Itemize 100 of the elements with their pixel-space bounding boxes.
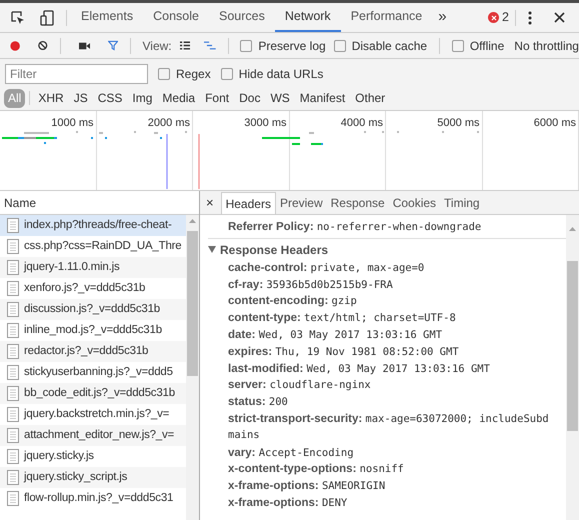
request-name: discussion.js?_v=ddd5c31b [24, 302, 160, 317]
type-filter[interactable]: Font [201, 88, 234, 108]
type-filter[interactable]: Other [351, 88, 390, 108]
close-details-button[interactable]: × [204, 192, 216, 214]
request-row[interactable]: jquery-1.11.0.min.js [0, 257, 186, 278]
timeline-tick-label: 4000 ms [340, 116, 383, 129]
header-line: content-type: text/html; charset=UTF-8 [228, 311, 456, 326]
request-name: attachment_editor_new.js?_v= [24, 428, 174, 443]
kebab-menu-icon[interactable] [528, 10, 532, 24]
error-icon [488, 12, 500, 23]
type-filter[interactable]: XHR [34, 88, 68, 108]
document-icon [7, 323, 19, 338]
type-filter[interactable]: WS [266, 88, 294, 108]
type-filter[interactable]: JS [70, 88, 92, 108]
request-row[interactable]: attachment_editor_new.js?_v= [0, 425, 186, 446]
header-line: mains [228, 428, 260, 444]
timeline-tick-label: 2000 ms [148, 116, 190, 129]
type-filter[interactable]: Doc [235, 88, 264, 108]
header-line: strict-transport-security: max-age=63072000; includeSubd [228, 412, 549, 427]
column-header[interactable]: Name [4, 194, 36, 212]
checkbox[interactable]: Regex [158, 64, 211, 82]
request-name: redactor.js?_v=ddd5c31b [24, 344, 148, 359]
clear-icon[interactable] [38, 39, 48, 52]
filter-field[interactable]: Filter [5, 64, 148, 84]
header-line: date: Wed, 03 May 2017 13:03:16 GMT [228, 328, 442, 343]
document-icon [7, 239, 19, 254]
close-icon[interactable] [554, 12, 565, 23]
document-icon [7, 470, 19, 485]
document-icon [7, 302, 19, 317]
timeline-tick-label: 5000 ms [437, 116, 480, 129]
request-name: bb_code_edit.js?_v=ddd5c31b [24, 386, 175, 401]
panel-tab[interactable]: Console [143, 3, 209, 32]
view-label: View: [142, 38, 172, 54]
header-line: vary: Accept-Encoding [228, 446, 354, 461]
document-icon [7, 260, 19, 275]
filter-icon[interactable] [108, 39, 118, 52]
request-row[interactable]: jquery.sticky_script.js [0, 467, 186, 488]
scrollbar-thumb[interactable] [187, 231, 198, 376]
list-view-icon[interactable] [180, 40, 190, 51]
inspect-icon[interactable] [10, 10, 26, 26]
request-row[interactable]: bb_code_edit.js?_v=ddd5c31b [0, 383, 186, 404]
request-row[interactable]: index.php?threads/free-cheat- [0, 215, 186, 236]
details-tab[interactable]: Timing [440, 192, 484, 214]
details-tab[interactable]: Response [326, 192, 389, 214]
checkbox[interactable]: Preserve log [240, 36, 326, 54]
document-icon [7, 491, 19, 506]
document-icon [7, 407, 19, 422]
request-name: jquery-1.11.0.min.js [24, 260, 120, 275]
type-filter[interactable]: Img [128, 88, 156, 108]
request-name: css.php?css=RainDD_UA_Thre [24, 238, 182, 254]
details-tab[interactable]: Cookies [388, 192, 440, 214]
error-count[interactable]: 2 [502, 8, 509, 27]
request-name: jquery.sticky.js [24, 448, 94, 464]
document-icon [7, 281, 19, 296]
request-name: stickyuserbanning.js?_v=ddd5 [24, 364, 173, 380]
timeline-tick-label: 6000 ms [534, 116, 576, 129]
header-line: x-content-type-options: nosniff [228, 462, 404, 478]
checkbox[interactable]: Offline [452, 36, 504, 54]
request-name: jquery.backstretch.min.js?_v= [24, 406, 170, 422]
record-icon[interactable] [10, 38, 20, 52]
camera-icon[interactable] [78, 40, 90, 50]
header-line: content-encoding: gzip [228, 294, 357, 310]
scrollbar-thumb[interactable] [567, 261, 578, 431]
document-icon [7, 218, 19, 233]
document-icon [7, 344, 19, 359]
details-tab[interactable]: Preview [276, 192, 327, 214]
timeline-tick-label: 1000 ms [51, 116, 94, 129]
header-line: status: 200 [228, 395, 288, 410]
section-toggle[interactable]: Response Headers [208, 239, 328, 260]
request-row[interactable]: discussion.js?_v=ddd5c31b [0, 299, 186, 320]
header-line: last-modified: Wed, 03 May 2017 13:03:16 GMT [228, 362, 490, 377]
header-line: cf-ray: 35936b5d0b2515b9-FRA [228, 278, 393, 293]
device-icon[interactable] [40, 10, 54, 26]
panel-tab[interactable]: Sources [208, 3, 275, 32]
header-line: x-frame-options: DENY [228, 496, 348, 511]
document-icon [7, 449, 19, 464]
type-filter[interactable]: Media [158, 88, 200, 108]
waterfall-view-icon[interactable] [204, 40, 216, 51]
request-row[interactable]: redactor.js?_v=ddd5c31b [0, 341, 186, 362]
panel-tab[interactable]: Performance [340, 3, 432, 32]
type-filter[interactable]: CSS [94, 88, 126, 108]
details-tab[interactable]: Headers [220, 192, 276, 214]
checkbox[interactable]: Disable cache [334, 36, 428, 54]
document-icon [7, 428, 19, 443]
header-line: Referrer Policy: no-referrer-when-downgrade [228, 220, 482, 235]
request-name: index.php?threads/free-cheat- [24, 218, 172, 233]
type-filter[interactable]: Manifest [296, 88, 350, 108]
request-name: xenforo.js?_v=ddd5c31b [24, 280, 146, 296]
document-icon [7, 386, 19, 401]
header-line: server: cloudflare-nginx [228, 378, 371, 394]
header-line: x-frame-options: SAMEORIGIN [228, 479, 386, 494]
more-tabs-button[interactable]: » [432, 6, 453, 29]
header-line: cache-control: private, max-age=0 [228, 260, 424, 276]
request-name: inline_mod.js?_v=ddd5c31b [24, 322, 162, 338]
timeline-tick-label: 3000 ms [244, 116, 286, 129]
throttling-dropdown[interactable]: No throttling [514, 36, 579, 54]
checkbox[interactable]: Hide data URLs [220, 64, 324, 82]
header-line: expires: Thu, 19 Nov 1981 08:52:00 GMT [228, 344, 459, 360]
request-name: flow-rollup.min.js?_v=ddd5c31 [24, 490, 174, 506]
panel-tab[interactable]: Elements [71, 3, 144, 32]
